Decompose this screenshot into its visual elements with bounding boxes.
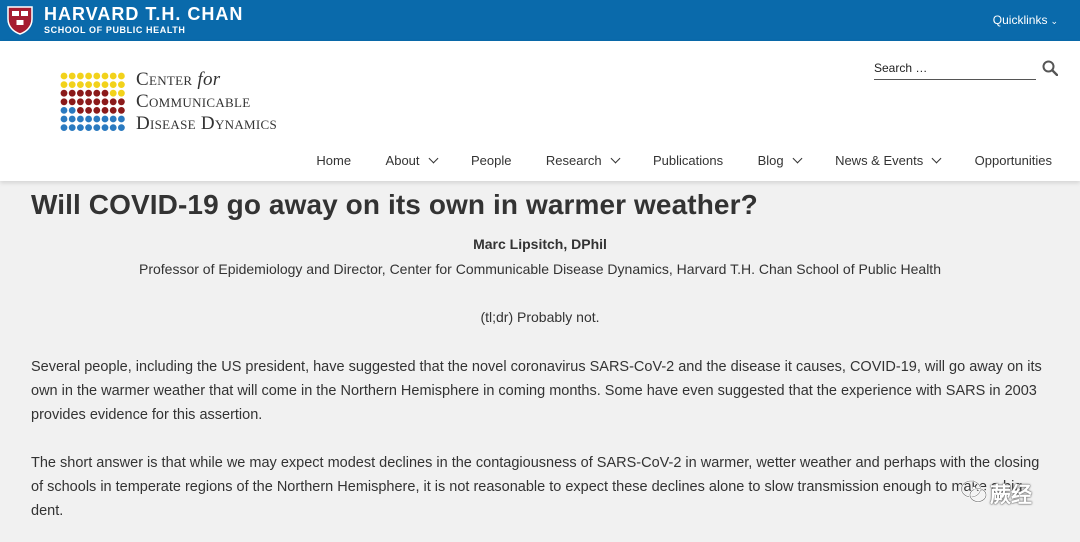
logo-dot (118, 98, 125, 106)
logo-dot (60, 72, 68, 80)
article-title: Will COVID-19 go away on its own in warm… (31, 189, 758, 220)
brand-subtitle[interactable]: SCHOOL OF PUBLIC HEALTH (44, 25, 185, 35)
logo-dot (118, 107, 125, 114)
chevron-down-icon (931, 153, 942, 164)
logo-dot (77, 81, 84, 88)
nav-about[interactable]: About (386, 153, 438, 168)
logo-dot (60, 81, 68, 88)
logo-dot (77, 115, 84, 123)
logo-dot (60, 124, 68, 131)
logo-dot (101, 124, 109, 131)
logo-dot (93, 124, 101, 131)
chevron-down-icon: ⌄ (1050, 16, 1058, 26)
article-author: Marc Lipsitch, DPhil (473, 236, 607, 252)
logo-dot (68, 115, 76, 123)
logo-dot (68, 107, 76, 114)
chevron-down-icon (610, 153, 621, 164)
nav-opportunities[interactable]: Opportunities (975, 153, 1052, 168)
logo-dot (85, 72, 92, 80)
logo-dot (60, 115, 68, 123)
logo-dot (77, 124, 84, 131)
ccdd-logo-text[interactable]: Center for Communicable Disease Dynamics (136, 69, 277, 135)
logo-dot (118, 81, 125, 88)
logo-line-1: Center for (136, 69, 221, 90)
logo-dot (68, 81, 76, 88)
top-bar: HARVARD T.H. CHAN SCHOOL OF PUBLIC HEALT… (0, 0, 1080, 41)
site-header: Center for Communicable Disease Dynamics… (0, 41, 1080, 181)
logo-dot (118, 115, 125, 123)
wechat-icon (960, 480, 987, 503)
logo-dot (85, 89, 92, 97)
nav-research[interactable]: Research (546, 153, 621, 168)
logo-dot (60, 89, 68, 97)
logo-dot (101, 107, 109, 114)
logo-dot (60, 107, 68, 114)
quicklinks-menu[interactable]: Quicklinks ⌄ (993, 13, 1058, 27)
harvard-shield-icon[interactable] (6, 5, 34, 35)
logo-dot (77, 72, 84, 80)
logo-line-3: Disease Dynamics (136, 113, 278, 134)
logo-dot (109, 72, 117, 80)
logo-dot (77, 107, 84, 114)
logo-dot (109, 98, 117, 106)
logo-dot (68, 89, 76, 97)
logo-dot (101, 81, 109, 88)
logo-dot (93, 89, 101, 97)
logo-dot (85, 115, 92, 123)
watermark-text: 蕨经 (990, 483, 1032, 507)
chevron-down-icon (792, 153, 803, 164)
logo-dot (109, 107, 117, 114)
logo-dot (68, 124, 76, 131)
watermark: 蕨经 (960, 475, 1050, 509)
logo-dot (109, 89, 117, 97)
tldr-summary: (tl;dr) Probably not. (480, 309, 600, 325)
logo-dot (109, 115, 117, 123)
article-paragraph: The short answer is that while we may ex… (31, 455, 1040, 519)
logo-dot (85, 124, 92, 131)
logo-dot (93, 81, 101, 88)
search-field (874, 59, 1036, 80)
logo-dot (68, 98, 76, 106)
nav-publications[interactable]: Publications (653, 153, 723, 168)
logo-dot (101, 72, 109, 80)
nav-blog[interactable]: Blog (758, 153, 803, 168)
logo-dot (101, 89, 109, 97)
logo-line-2: Communicable (136, 91, 251, 112)
logo-dot (118, 89, 125, 97)
ccdd-logo-icon[interactable] (60, 72, 126, 134)
logo-dot (68, 72, 76, 80)
main-nav: Home About People Research Publications … (286, 153, 1080, 173)
logo-dot (101, 115, 109, 123)
search-icon[interactable] (1042, 60, 1058, 76)
quicklinks-label: Quicklinks (992, 13, 1048, 27)
nav-people[interactable]: People (471, 153, 511, 168)
logo-dot (93, 98, 101, 106)
logo-dot (77, 89, 84, 97)
nav-home[interactable]: Home (316, 153, 351, 168)
logo-dot (77, 98, 84, 106)
brand-title[interactable]: HARVARD T.H. CHAN (44, 4, 243, 25)
logo-dot (93, 115, 101, 123)
logo-dot (118, 72, 125, 80)
chevron-down-icon (428, 153, 438, 164)
author-affiliation: Professor of Epidemiology and Director, … (139, 261, 941, 277)
logo-dot (93, 107, 101, 114)
logo-dot (109, 124, 117, 131)
logo-dot (109, 81, 117, 88)
logo-dot (101, 98, 109, 106)
article-paragraph: Several people, including the US preside… (31, 359, 1042, 423)
nav-news-events[interactable]: News & Events (835, 153, 942, 168)
logo-dot (118, 124, 125, 131)
logo-dot (93, 72, 101, 80)
logo-dot (85, 98, 92, 106)
search-input[interactable] (874, 59, 1034, 75)
logo-dot (85, 107, 92, 114)
logo-dot (60, 98, 68, 106)
logo-dot (85, 81, 92, 88)
